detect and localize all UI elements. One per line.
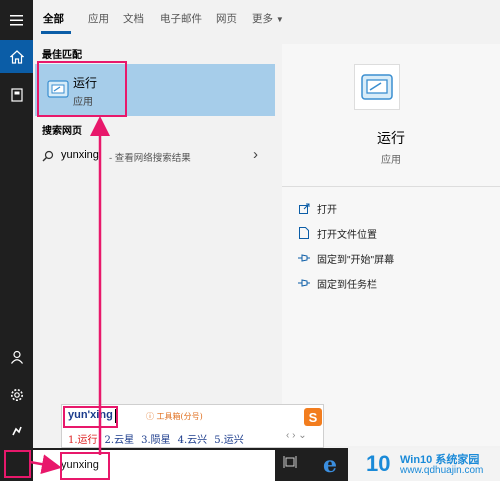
annotation-arrows	[29, 116, 110, 475]
arrow-right	[29, 454, 62, 475]
